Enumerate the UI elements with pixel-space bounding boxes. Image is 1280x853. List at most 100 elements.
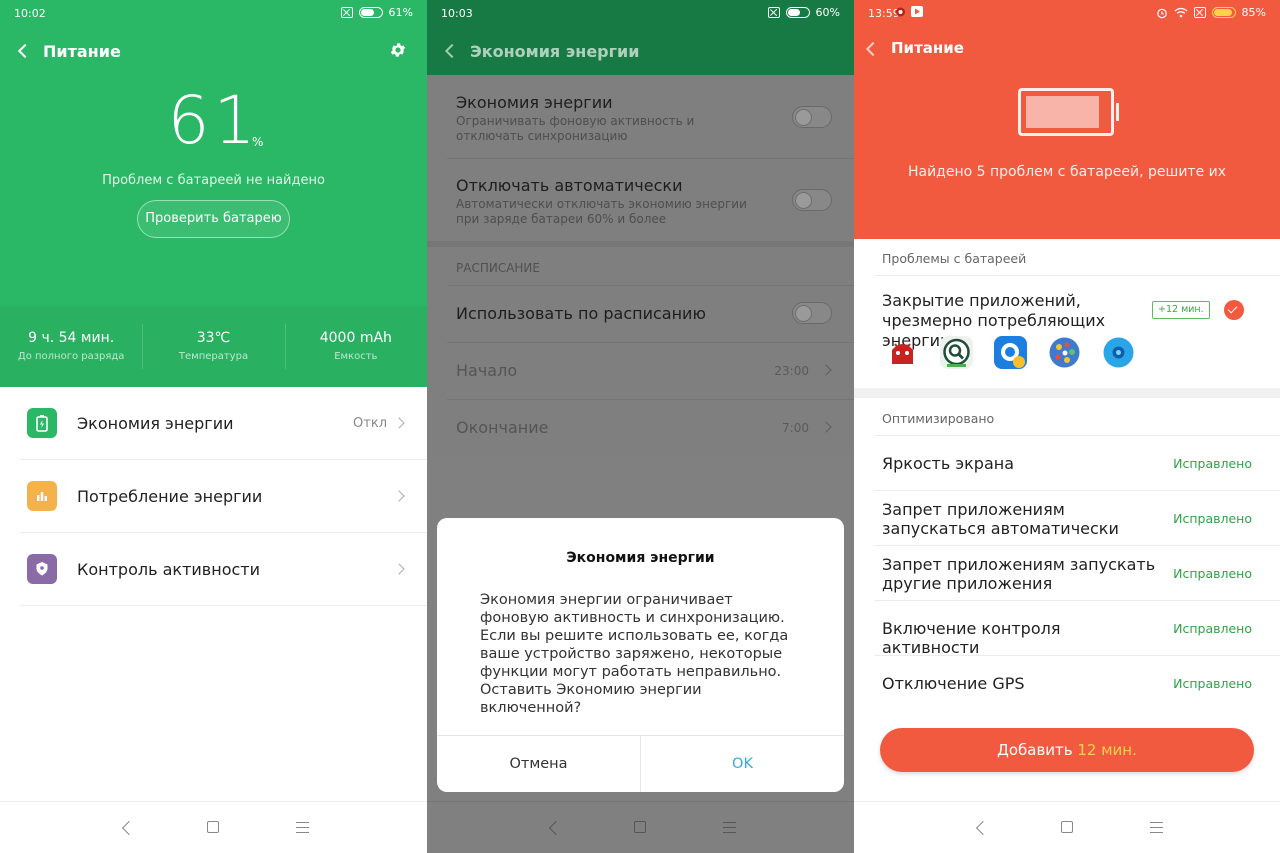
bug-icon	[896, 7, 905, 17]
optimized-item: Включение контроля активности Исправлено	[854, 601, 1280, 657]
row-title: Экономия энергии	[456, 93, 613, 112]
battery-graphic	[1018, 88, 1119, 136]
battery-icon	[785, 7, 810, 18]
no-sim-icon	[340, 7, 353, 18]
section-header: РАСПИСАНИЕ	[456, 261, 540, 275]
nav-home-icon[interactable]	[634, 821, 646, 833]
status-bar: 10:03 60%	[427, 0, 854, 26]
start-time-value: 23:00	[774, 364, 809, 378]
battery-saver-row[interactable]: Экономия энергии Ограничивать фоновую ак…	[427, 75, 854, 158]
battery-stats: 9 ч. 54 мин. До полного разряда 33℃ Темп…	[0, 306, 427, 387]
menu-item-activity-control[interactable]: Контроль активности	[0, 533, 427, 606]
alarm-icon	[1156, 8, 1167, 18]
section-gap	[854, 388, 1280, 398]
nav-back-icon[interactable]	[975, 820, 991, 836]
ok-button[interactable]: OK	[640, 736, 844, 792]
problems-found-text: Найдено 5 проблем с батареей, решите их	[907, 164, 1227, 180]
menu-item-value: Откл	[353, 416, 387, 431]
nav-menu-icon[interactable]	[296, 822, 309, 833]
no-sim-icon	[767, 7, 780, 18]
notification-icons	[894, 6, 923, 17]
row-title: Окончание	[456, 418, 549, 437]
chevron-right-icon	[820, 364, 832, 376]
status-bar: 13:59 85%	[854, 0, 1280, 26]
page-title: Питание	[891, 39, 964, 57]
fixed-status: Исправлено	[1173, 621, 1252, 636]
battery-status-text: Проблем с батареей не найдено	[102, 173, 325, 188]
check-icon[interactable]	[1224, 300, 1244, 320]
nav-home-icon[interactable]	[207, 821, 219, 833]
stat-value: 33℃	[196, 330, 231, 346]
battery-icon	[1211, 7, 1236, 18]
battery-saver-toggle[interactable]	[792, 106, 832, 128]
auto-off-toggle[interactable]	[792, 189, 832, 211]
optimized-item: Яркость экрана Исправлено	[854, 436, 1280, 491]
nav-menu-icon[interactable]	[723, 822, 736, 833]
speedtest-app-icon	[940, 336, 973, 369]
row-subtitle: Автоматически отключать экономию энергии…	[456, 197, 747, 226]
menu-item-label: Контроль активности	[77, 560, 260, 579]
status-time: 10:03	[441, 7, 473, 20]
dialog-buttons: Отмена OK	[437, 735, 844, 792]
menu-item-battery-saver[interactable]: Экономия энергии Откл	[0, 387, 427, 460]
auto-off-row[interactable]: Отключать автоматически Автоматически от…	[427, 158, 854, 241]
power-screen: 10:02 61% Питание 61 % Проблем с батарее…	[0, 0, 427, 853]
add-button-label: Добавить	[997, 741, 1078, 759]
add-time-button[interactable]: Добавить 12 мин.	[880, 728, 1254, 772]
battery-saver-screen: 10:03 60% Экономия энергии Экономия энер…	[427, 0, 854, 853]
bar-chart-icon	[27, 481, 57, 511]
status-battery: 60%	[815, 6, 840, 19]
chevron-right-icon	[393, 563, 405, 575]
stat-remaining: 9 ч. 54 мин. До полного разряда	[0, 306, 142, 387]
row-title: Использовать по расписанию	[456, 304, 706, 323]
row-subtitle: Ограничивать фоновую активность и отключ…	[456, 114, 695, 143]
start-time-row[interactable]: Начало 23:00	[427, 342, 854, 399]
optimized-item: Запрет приложениям запускать другие прил…	[854, 546, 1280, 601]
gear-icon[interactable]	[389, 41, 407, 59]
nav-home-icon[interactable]	[1061, 821, 1073, 833]
battery-icon	[358, 7, 383, 18]
end-time-value: 7:00	[782, 421, 809, 435]
camera-app-icon	[994, 336, 1027, 369]
battery-percent: 61	[167, 82, 260, 159]
optimized-item-title: Запрет приложениям запускаться автоматич…	[882, 500, 1119, 538]
menu-item-label: Потребление энергии	[77, 487, 263, 506]
schedule-row[interactable]: Использовать по расписанию	[427, 285, 854, 342]
optimized-item-title: Включение контроля активности	[882, 619, 1061, 657]
section-gap	[427, 241, 854, 247]
section-header: Оптимизировано	[882, 411, 995, 426]
schedule-toggle[interactable]	[792, 302, 832, 324]
nav-bar	[854, 801, 1280, 853]
power-menu: Экономия энергии Откл Потребление энерги…	[0, 387, 427, 606]
optimized-item-title: Отключение GPS	[882, 674, 1025, 693]
stat-capacity: 4000 mAh Емкость	[284, 306, 427, 387]
optimized-item-title: Яркость экрана	[882, 454, 1015, 473]
optimized-item-title: Запрет приложениям запускать другие прил…	[882, 555, 1156, 593]
nav-back-icon[interactable]	[121, 820, 137, 836]
check-battery-button[interactable]: Проверить батарею	[137, 200, 290, 238]
status-bar: 10:02 61%	[0, 0, 427, 26]
fixed-status: Исправлено	[1173, 676, 1252, 691]
stat-value: 9 ч. 54 мин.	[28, 330, 115, 346]
optimized-item: Отключение GPS Исправлено	[854, 656, 1280, 711]
nav-back-icon[interactable]	[548, 820, 564, 836]
cancel-button[interactable]: Отмена	[437, 736, 640, 792]
page-title: Питание	[43, 42, 121, 61]
stat-label: Емкость	[334, 351, 378, 362]
battery-saver-icon	[27, 408, 57, 438]
divider	[874, 275, 1280, 276]
percent-sign: %	[252, 135, 264, 149]
status-battery: 85%	[1241, 6, 1266, 19]
nav-menu-icon[interactable]	[1150, 822, 1163, 833]
end-time-row[interactable]: Окончание 7:00	[427, 399, 854, 455]
antutu-app-icon	[886, 336, 919, 369]
fixed-status: Исправлено	[1173, 456, 1252, 471]
wifi-icon	[1174, 7, 1187, 18]
row-title: Отключать автоматически	[456, 176, 683, 195]
play-icon	[911, 6, 923, 17]
menu-item-power-usage[interactable]: Потребление энергии	[0, 460, 427, 533]
fixed-status: Исправлено	[1173, 511, 1252, 526]
chevron-right-icon	[393, 417, 405, 429]
section-header: Проблемы с батареей	[882, 251, 1027, 266]
stat-value: 4000 mAh	[319, 330, 392, 346]
